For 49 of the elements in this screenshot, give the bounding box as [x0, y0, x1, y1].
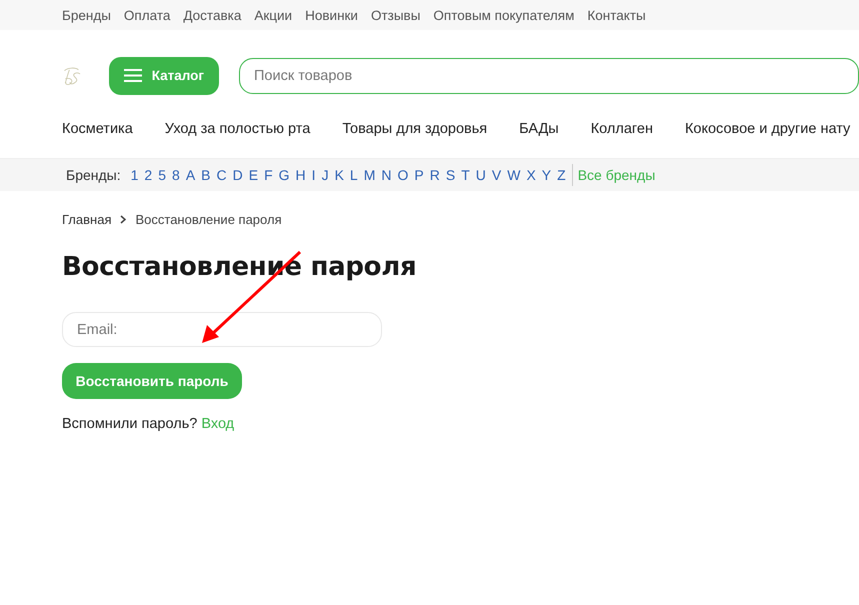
brand-letter-link[interactable]: B — [201, 167, 210, 183]
top-menu-link[interactable]: Контакты — [587, 8, 646, 22]
category-link[interactable]: Кокосовое и другие нату — [684, 121, 850, 137]
top-menu-link[interactable]: Доставка — [183, 8, 242, 22]
brand-letter-link[interactable]: U — [476, 167, 486, 183]
brand-letter-link[interactable]: 1 — [130, 167, 138, 183]
login-prompt: Вспомнили пароль? Вход — [62, 416, 236, 432]
brand-letter-link[interactable]: V — [492, 167, 502, 183]
brand-letter-link[interactable]: R — [430, 167, 440, 183]
top-menu-link[interactable]: Акции — [254, 8, 292, 22]
brand-letter-link[interactable]: T — [461, 167, 470, 183]
brand-letter-link[interactable]: O — [398, 167, 408, 183]
top-menu-link[interactable]: Оптовым покупателям — [433, 8, 574, 22]
top-menu-link[interactable]: Новинки — [305, 8, 358, 22]
brand-letter-link[interactable]: G — [278, 167, 290, 183]
top-menu-link[interactable]: Отзывы — [370, 8, 420, 22]
category-link[interactable]: Уход за полостью рта — [164, 121, 310, 137]
brand-letter-link[interactable]: Z — [557, 167, 566, 183]
search-field[interactable]: Поиск товаров — [239, 58, 859, 94]
category-link[interactable]: Товары для здоровья — [342, 121, 488, 137]
brand-letter-link[interactable]: F — [264, 167, 273, 183]
category-link[interactable]: БАДы — [519, 121, 559, 137]
brand-letter-link[interactable]: H — [296, 167, 306, 183]
brand-letter-link[interactable]: Y — [542, 167, 552, 183]
brand-letter-link[interactable]: I — [312, 167, 316, 183]
brand-letter-link[interactable]: D — [232, 167, 243, 183]
breadcrumb-current: Восстановление пароля — [135, 212, 282, 227]
top-menu-link[interactable]: Бренды — [62, 8, 111, 22]
brand-letter-link[interactable]: 5 — [158, 167, 166, 183]
brands-label: Бренды: — [66, 167, 121, 183]
brand-letter-link[interactable]: S — [446, 167, 456, 183]
brand-letter-link[interactable]: M — [364, 167, 376, 183]
category-link[interactable]: Коллаген — [590, 121, 653, 137]
brand-letter-link[interactable]: W — [507, 167, 520, 183]
brand-letter-link[interactable]: E — [248, 167, 258, 183]
brand-letter-link[interactable]: 8 — [172, 167, 180, 183]
brand-letter-link[interactable]: A — [186, 167, 196, 183]
brand-letter-link[interactable]: N — [381, 167, 392, 183]
brand-letter-link[interactable]: X — [526, 167, 536, 183]
brand-letter-link[interactable]: 2 — [144, 167, 152, 183]
category-link[interactable]: Косметика — [62, 121, 133, 137]
brand-letter-link[interactable]: L — [350, 167, 358, 183]
brand-letter-link[interactable]: C — [216, 167, 227, 183]
brand-letter-link[interactable]: K — [334, 167, 344, 183]
brand-letter-link[interactable]: P — [414, 167, 424, 183]
email-field[interactable]: Email: — [62, 312, 382, 347]
breadcrumb-link[interactable]: Главная — [62, 212, 112, 227]
brand-letter-link[interactable]: J — [322, 167, 329, 183]
top-menu-link[interactable]: Оплата — [124, 8, 170, 22]
